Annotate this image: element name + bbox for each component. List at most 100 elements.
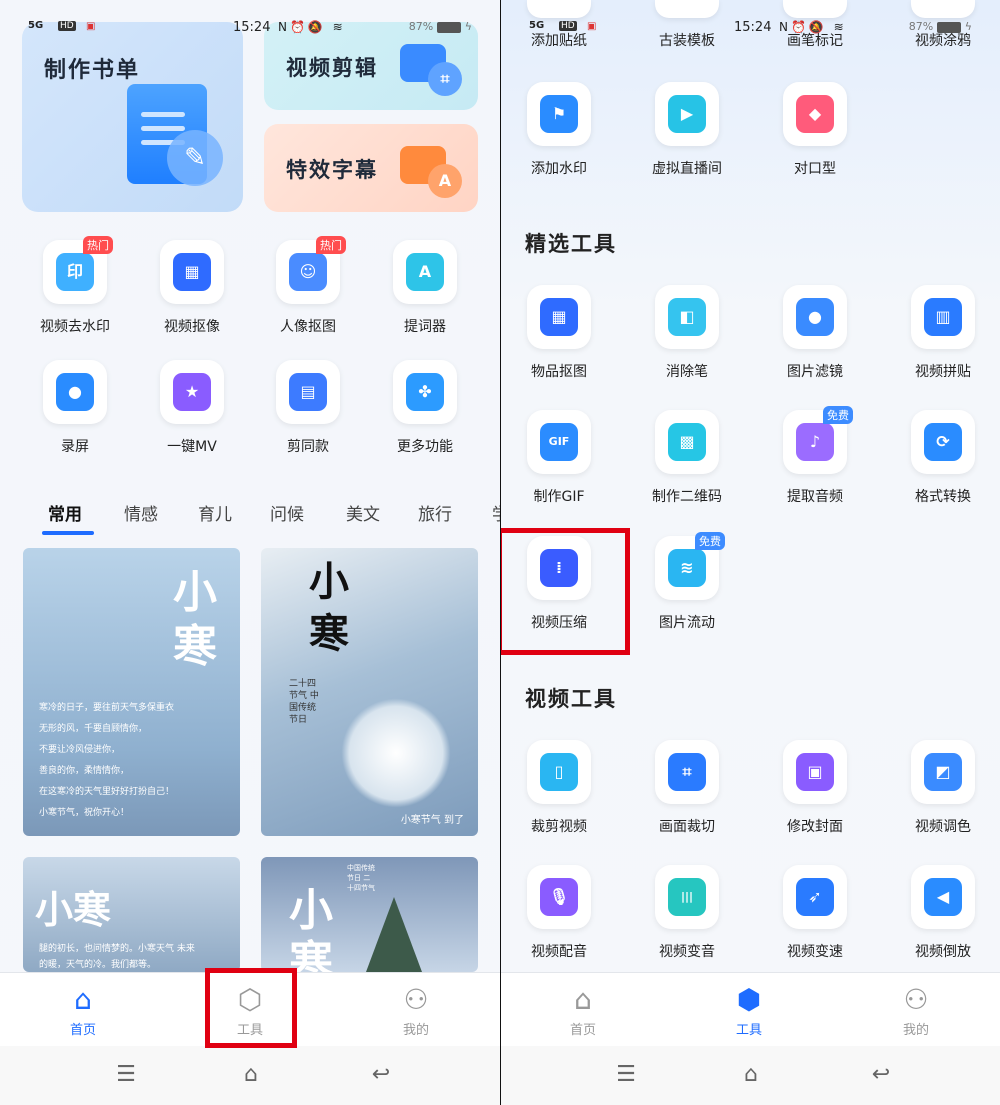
tag-badge: 免费 [695,532,725,550]
tool-icon-box: ▥ [911,285,975,349]
tool-item[interactable]: ▦ 视频抠像 [142,240,242,336]
tool-item[interactable]: ≋ 免费 图片流动 [637,532,737,632]
rocket-icon: ➶ [796,878,834,916]
nav-mine[interactable]: ⚇ 我的 [881,981,951,1038]
tool-item[interactable]: ◆ 对口型 [765,82,865,178]
tool-item[interactable]: ☺ 热门 人像抠图 [258,236,358,336]
tool-label: 图片流动 [659,615,715,631]
tool-icon-box: ◧ [655,285,719,349]
back-icon[interactable]: ↩ [361,1060,401,1090]
tool-item[interactable]: ● 图片滤镜 [765,285,865,381]
tab-2[interactable]: 育儿 [198,500,232,525]
hd-indicator: HD [58,21,76,31]
gif-icon: GIF [540,423,578,461]
tool-icon-box: ♪ 免费 [783,406,853,474]
tool-icon-box: ◀ [911,865,975,929]
person-icon: ⚇ [903,983,929,1016]
tool-item[interactable]: ➶ 视频变速 [765,865,865,961]
tool-item[interactable]: ◧ 消除笔 [637,285,737,381]
tool-item[interactable]: ▥ 视频拼贴 [893,285,993,381]
notification-icon: ▣ [86,21,96,32]
tab-3[interactable]: 问候 [270,500,304,525]
tool-item[interactable]: GIF 制作GIF [509,410,609,506]
tool-item[interactable]: ▩ 制作二维码 [637,410,737,506]
status-bar: 5G HD ▣ 15:24 N⏰🔕 ≋ 87% ϟ [529,18,972,40]
clock: 15:24 [734,20,772,35]
tool-icon-box: ▦ [160,240,224,304]
tool-label: 制作GIF [533,489,585,505]
tool-item[interactable]: ⟳ 格式转换 [893,410,993,506]
tool-item[interactable]: ▶ 虚拟直播间 [637,82,737,178]
tool-label: 视频配音 [531,944,587,960]
make-book-list-title: 制作书单 [44,58,141,83]
tool-item[interactable]: ♪ 免费 提取音频 [765,406,865,506]
system-nav-bar: ☰ ⌂ ↩ [0,1046,500,1105]
tool-icon-box: ✤ [393,360,457,424]
effects-subtitle-title: 特效字幕 [286,158,378,182]
tab-1[interactable]: 情感 [124,500,158,525]
tool-item[interactable]: ⌗ 画面裁切 [637,740,737,836]
nav-mine-label: 我的 [902,1023,929,1038]
effects-subtitle-card[interactable]: 特效字幕 A [264,124,478,212]
watermark-remove-icon: 印 [56,253,94,291]
tool-label: 修改封面 [787,819,843,835]
tool-icon-box [527,0,591,18]
tool-icon-box: ⚑ [527,82,591,146]
tool-item[interactable]: ▤ 剪同款 [258,360,358,456]
tab-6[interactable]: 学 [492,500,500,525]
nav-tools[interactable]: ⬢ 工具 [714,981,784,1038]
tool-item[interactable]: ◩ 视频调色 [893,740,993,836]
template-thumb-3[interactable]: 小寒 腿的初长，也问情梦的。小寒天气 未来的暖，天气的冷。我们都等。 [23,857,240,972]
object-cutout-icon: ▦ [540,298,578,336]
thumb-footer: 小寒节气 到了 [400,815,464,826]
virtual-live-icon: ▶ [668,95,706,133]
poem-line: 善良的你，柔情情你， [39,766,130,776]
tool-item[interactable]: ▯ 裁剪视频 [509,740,609,836]
tab-0[interactable]: 常用 [48,500,82,525]
tool-item[interactable]: ⚑ 添加水印 [509,82,609,178]
video-edit-title: 视频剪辑 [286,56,378,80]
home-gesture-icon[interactable]: ⌂ [731,1060,771,1090]
template-thumb-1[interactable]: 小寒 寒冷的日子，要往前天气多保重衣 无形的风，千要自顾情你， 不要让冷风侵进你， 善… [23,548,240,836]
tool-item[interactable]: ◀ 视频倒放 [893,865,993,961]
tab-5[interactable]: 旅行 [418,500,452,525]
tool-label: 视频变速 [787,944,843,960]
tool-item[interactable]: ✤ 更多功能 [375,360,475,456]
template-thumb-4[interactable]: 小寒 中国传统节日 二十四节气 [261,857,478,972]
tool-item[interactable]: ▦ 物品抠图 [509,285,609,381]
tool-icon-box: ▶ [655,82,719,146]
status-icons: N⏰🔕 ≋ [779,20,847,34]
battery-indicator: 87% ϟ [408,20,472,33]
tool-item[interactable]: 印热门 视频去水印 [25,236,125,336]
color-bucket-icon: ◩ [924,753,962,791]
nav-home[interactable]: ⌂ 首页 [548,981,618,1038]
tab-4[interactable]: 美文 [346,500,380,525]
thumb-vertical-text: 二十四节气 中国传统节日 [289,679,319,725]
template-thumb-2[interactable]: 小寒 二十四节气 中国传统节日 小寒节气 到了 [261,548,478,836]
menu-icon[interactable]: ☰ [606,1060,646,1090]
make-book-list-card[interactable]: 制作书单 ✎ [22,22,243,212]
stamp-icon: ⚑ [540,95,578,133]
menu-icon[interactable]: ☰ [106,1060,146,1090]
nav-mine[interactable]: ⚇ 我的 [381,981,451,1038]
tool-icon-box [911,0,975,18]
nav-home[interactable]: ⌂ 首页 [48,981,118,1038]
tool-label: 人像抠图 [280,319,336,335]
tool-item[interactable]: ▣ 修改封面 [765,740,865,836]
home-gesture-icon[interactable]: ⌂ [231,1060,271,1090]
thumb-title: 小寒 [289,885,333,972]
tool-item[interactable]: ||| 视频变音 [637,865,737,961]
notification-icon: ▣ [587,21,597,32]
tool-item[interactable]: 🎙 视频配音 [509,865,609,961]
tool-item[interactable]: ★ 一键MV [142,360,242,456]
tool-icon-box: GIF [527,410,591,474]
tool-label: 虚拟直播间 [652,161,722,177]
tool-label: 格式转换 [915,489,971,505]
system-nav-bar: ☰ ⌂ ↩ [501,1046,1000,1105]
lips-icon: ◆ [796,95,834,133]
tag-badge: 免费 [823,406,853,424]
tool-item[interactable]: A 提词器 [375,240,475,336]
voice-change-icon: ||| [668,878,706,916]
back-icon[interactable]: ↩ [861,1060,901,1090]
tool-item[interactable]: ● 录屏 [25,360,125,456]
